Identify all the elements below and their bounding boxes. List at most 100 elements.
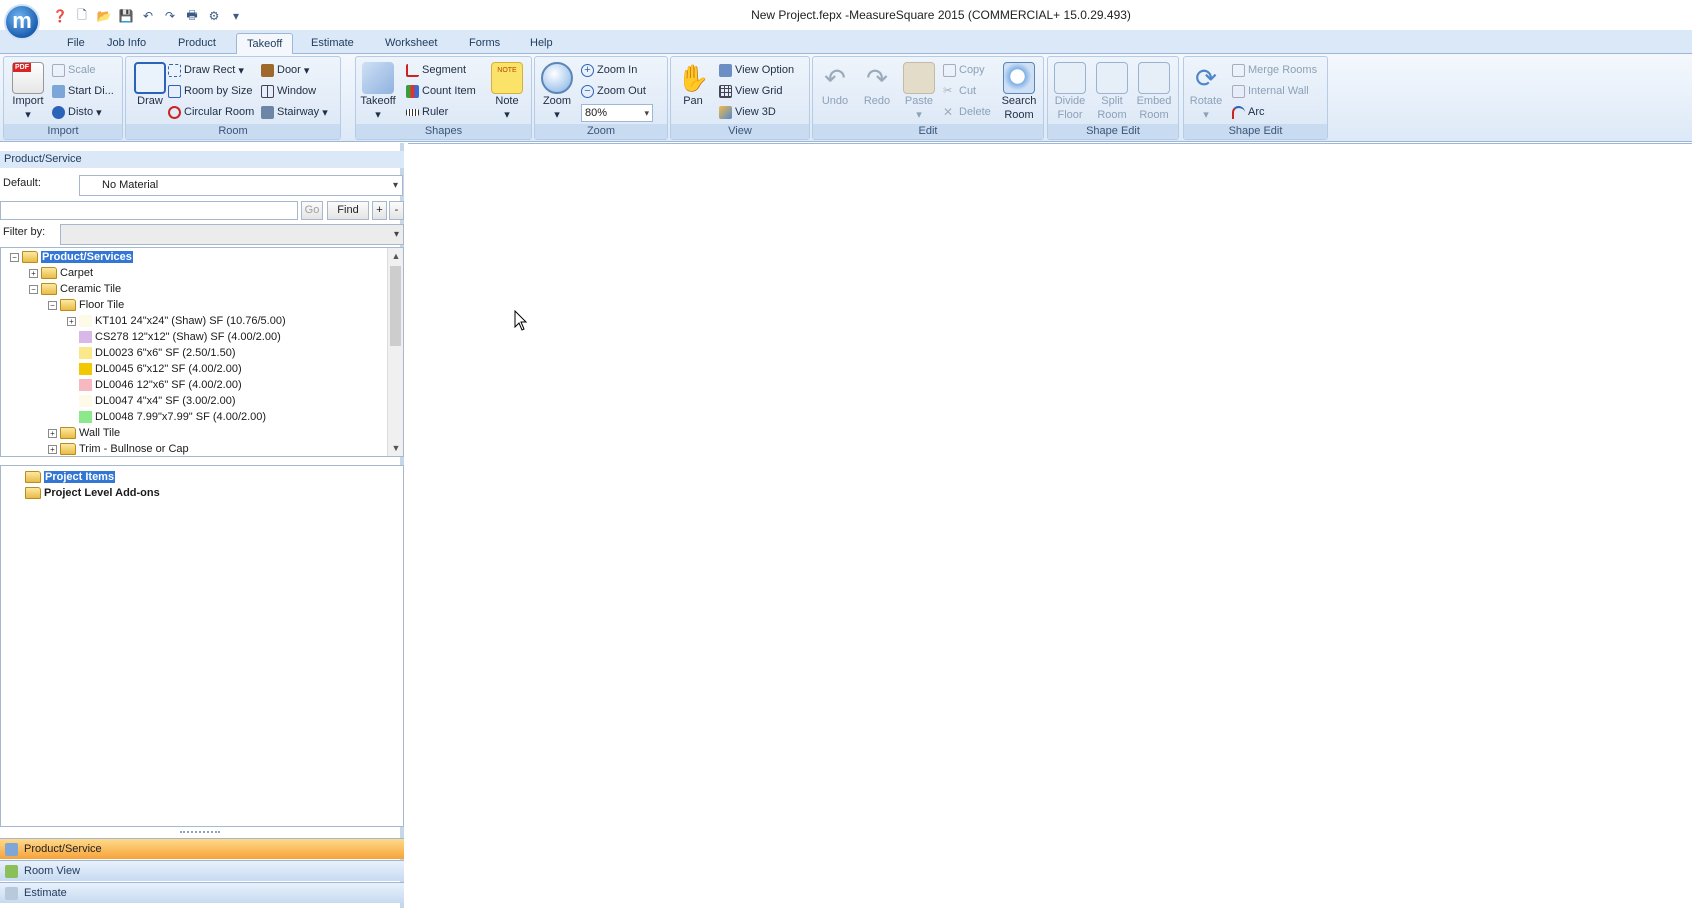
find-button[interactable]: Find <box>327 201 369 220</box>
nav-product-service[interactable]: Product/Service <box>0 838 404 859</box>
view-option-button[interactable]: View Option <box>719 61 794 79</box>
delete-button[interactable]: ✕ Delete <box>943 103 991 121</box>
drawing-canvas[interactable] <box>408 143 1692 908</box>
tab-file[interactable]: File <box>57 33 95 54</box>
zoom-in-button[interactable]: + Zoom In <box>581 61 637 79</box>
draw-button[interactable]: Draw <box>130 60 170 122</box>
segment-button[interactable]: Segment <box>406 61 466 79</box>
nav-room-view[interactable]: Room View <box>0 860 404 881</box>
tab-takeoff[interactable]: Takeoff <box>236 33 294 54</box>
rotate-label: Rotate <box>1189 95 1223 107</box>
tree-item-kt101[interactable]: + KT101 24"x24" (Shaw) SF (10.76/5.00) <box>67 313 286 329</box>
internal-wall-button[interactable]: Internal Wall <box>1232 82 1309 100</box>
note-button[interactable]: NOTE Note ▾ <box>487 60 527 122</box>
import-button[interactable]: PDF Import ▾ <box>8 60 48 122</box>
tree-item-dl0047[interactable]: DL0047 4"x4" SF (3.00/2.00) <box>79 393 236 409</box>
cut-button[interactable]: ✂ Cut <box>943 82 976 100</box>
scroll-down-icon[interactable]: ▼ <box>388 440 403 456</box>
draw-rect-button[interactable]: Draw Rect ▾ <box>168 61 244 79</box>
tree-node-wall-tile[interactable]: + Wall Tile <box>48 425 120 441</box>
default-material-select[interactable]: No Material <box>79 175 403 196</box>
segment-label: Segment <box>422 64 467 76</box>
zoom-level-select[interactable]: 80% <box>581 104 653 122</box>
copy-button[interactable]: Copy <box>943 61 985 79</box>
ribbon-tab-bar: File Job Info Product Takeoff Estimate W… <box>0 30 1692 54</box>
scale-label: Scale <box>68 64 96 76</box>
zoom-button[interactable]: Zoom ▾ <box>537 60 577 122</box>
app-menu-button[interactable]: m <box>4 4 40 40</box>
delete-label: Delete <box>959 106 991 118</box>
merge-rooms-button[interactable]: Merge Rooms <box>1232 61 1317 79</box>
tree-node-carpet[interactable]: + Carpet <box>29 265 93 281</box>
tree-scrollbar[interactable]: ▲ ▼ <box>387 248 403 456</box>
undo-button[interactable]: ↶ Undo <box>815 60 855 122</box>
circular-room-button[interactable]: Circular Room <box>168 103 254 121</box>
divide-floor-button[interactable]: Divide Floor <box>1050 60 1090 122</box>
scroll-thumb[interactable] <box>390 266 401 346</box>
scroll-up-icon[interactable]: ▲ <box>388 248 403 264</box>
tree-item-dl0046[interactable]: DL0046 12"x6" SF (4.00/2.00) <box>79 377 242 393</box>
view-3d-button[interactable]: View 3D <box>719 103 776 121</box>
tab-product[interactable]: Product <box>168 33 226 54</box>
rotate-button[interactable]: ⟳ Rotate ▾ <box>1186 60 1226 122</box>
collapse-all-button[interactable]: - <box>389 201 404 220</box>
tab-worksheet[interactable]: Worksheet <box>375 33 447 54</box>
tree-node-project-addons[interactable]: Project Level Add-ons <box>25 485 160 501</box>
tree-node-ceramic-tile[interactable]: − Ceramic Tile <box>29 281 121 297</box>
expand-icon[interactable]: + <box>48 444 57 454</box>
color-swatch <box>79 315 92 327</box>
takeoff-button[interactable]: Takeoff ▾ <box>358 60 398 122</box>
scale-button[interactable]: Scale <box>52 61 96 79</box>
pan-button[interactable]: ✋ Pan <box>673 60 713 122</box>
tree-node-project-items[interactable]: Project Items <box>25 469 116 485</box>
window-button[interactable]: Window <box>261 82 316 100</box>
count-item-button[interactable]: Count Item <box>406 82 476 100</box>
embed-room-button[interactable]: Embed Room <box>1134 60 1174 122</box>
tab-help[interactable]: Help <box>520 33 563 54</box>
filter-by-select[interactable] <box>60 224 404 245</box>
paste-button[interactable]: Paste ▾ <box>899 60 939 122</box>
window-icon <box>261 84 274 98</box>
search-room-label: Search <box>1001 95 1037 107</box>
view-grid-button[interactable]: View Grid <box>719 82 782 100</box>
tab-estimate[interactable]: Estimate <box>301 33 364 54</box>
arc-button[interactable]: Arc <box>1232 103 1265 121</box>
tree-label: DL0047 4"x4" SF (3.00/2.00) <box>95 395 236 407</box>
start-disto-button[interactable]: Start Di... <box>52 82 114 100</box>
collapse-icon[interactable]: − <box>48 300 57 310</box>
expand-all-button[interactable]: + <box>372 201 387 220</box>
internal-wall-label: Internal Wall <box>1248 85 1309 97</box>
tree-node-product-services[interactable]: − Product/Services <box>10 249 133 265</box>
tree-item-dl0045[interactable]: DL0045 6"x12" SF (4.00/2.00) <box>79 361 242 377</box>
split-room-button[interactable]: Split Room <box>1092 60 1132 122</box>
tree-node-trim[interactable]: + Trim - Bullnose or Cap <box>48 441 189 456</box>
tree-item-dl0048[interactable]: DL0048 7.99"x7.99" SF (4.00/2.00) <box>79 409 266 425</box>
collapse-icon[interactable]: − <box>29 284 38 294</box>
disto-button[interactable]: Disto ▾ <box>52 103 102 121</box>
tab-job-info[interactable]: Job Info <box>97 33 156 54</box>
expand-icon[interactable]: + <box>48 428 57 438</box>
tree-item-cs278[interactable]: CS278 12"x12" (Shaw) SF (4.00/2.00) <box>79 329 281 345</box>
product-tree: − Product/Services + Carpet − Ceramic Tile … <box>0 247 404 457</box>
expand-icon[interactable]: + <box>29 268 38 278</box>
go-button[interactable]: Go <box>301 201 323 220</box>
stairway-button[interactable]: Stairway ▾ <box>261 103 328 121</box>
product-search-input[interactable] <box>0 201 298 220</box>
nav-estimate[interactable]: Estimate <box>0 882 404 903</box>
panel-splitter[interactable] <box>180 831 220 834</box>
redo-button[interactable]: ↷ Redo <box>857 60 897 122</box>
expand-icon[interactable]: + <box>67 316 76 326</box>
door-button[interactable]: Door ▾ <box>261 61 309 79</box>
ruler-button[interactable]: Ruler <box>406 103 448 121</box>
start-disto-label: Start Di... <box>68 85 114 97</box>
group-label-view: View <box>671 124 809 139</box>
floor-label: Floor <box>1057 109 1083 121</box>
takeoff-label: Takeoff <box>360 95 396 107</box>
collapse-icon[interactable]: − <box>10 252 19 262</box>
tab-forms[interactable]: Forms <box>459 33 510 54</box>
tree-item-dl0023[interactable]: DL0023 6"x6" SF (2.50/1.50) <box>79 345 236 361</box>
zoom-out-button[interactable]: − Zoom Out <box>581 82 646 100</box>
tree-node-floor-tile[interactable]: − Floor Tile <box>48 297 124 313</box>
search-room-button[interactable]: Search Room <box>999 60 1039 122</box>
room-by-size-button[interactable]: Room by Size <box>168 82 252 100</box>
